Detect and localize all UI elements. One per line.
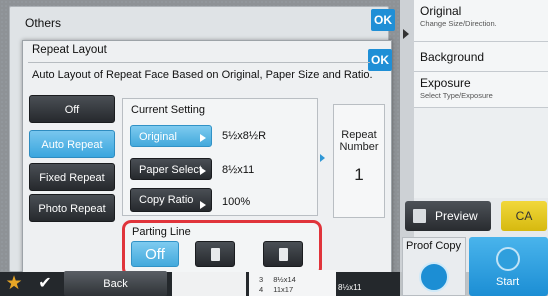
dialog-ok-button[interactable]: OK (368, 49, 392, 71)
start-label: Start (496, 276, 520, 288)
document-icon (279, 248, 288, 261)
repeat-number-label-line1: Repeat (341, 129, 377, 141)
start-icon (496, 247, 520, 271)
copy-ratio-button-label: Copy Ratio (139, 194, 194, 206)
paper-select-button-label: Paper Select (139, 164, 202, 176)
arrow-right-icon (200, 201, 206, 209)
mode-auto-repeat-button[interactable]: Auto Repeat (29, 130, 115, 158)
tray-number: 3 (259, 275, 264, 284)
paper-select-button[interactable]: Paper Select (130, 158, 212, 180)
parting-line-option-3-button[interactable] (263, 241, 303, 267)
original-setting-subtitle: Change Size/Direction. (420, 19, 497, 28)
parting-line-off-button[interactable]: Off (131, 241, 179, 267)
original-setting-button[interactable]: Original Change Size/Direction. (414, 0, 548, 42)
selected-paper-size: 8½x11 (338, 283, 362, 292)
tray-number: 4 (259, 285, 264, 294)
paper-tray-list: 3 8½x14 4 11x17 (249, 270, 336, 296)
pointer-arrow-icon (320, 154, 325, 162)
paper-tray-row: 4 11x17 (259, 285, 293, 294)
tray-paper-size: 8½x14 (273, 275, 296, 284)
arrow-right-icon (200, 167, 206, 175)
copy-ratio-button[interactable]: Copy Ratio (130, 188, 212, 212)
current-setting-title: Current Setting (131, 104, 205, 116)
paper-select-value: 8½x11 (222, 164, 255, 176)
original-value: 5½x8½R (222, 130, 267, 142)
right-panel-empty-slots (414, 108, 548, 198)
original-button-label: Original (139, 131, 177, 143)
exposure-subtitle: Select Type/Exposure (420, 91, 493, 100)
favorites-star-icon[interactable]: ★ (2, 272, 26, 296)
preview-button[interactable]: Preview (405, 201, 491, 231)
exposure-button[interactable]: Exposure Select Type/Exposure (414, 72, 548, 108)
repeat-number-box: Repeat Number 1 (333, 104, 385, 218)
dialog-title: Repeat Layout (32, 44, 107, 56)
original-button[interactable]: Original (130, 125, 212, 147)
tray-status-area (172, 272, 246, 296)
repeat-number-value: 1 (354, 165, 364, 184)
proof-copy-icon (419, 262, 449, 292)
document-icon (211, 248, 220, 261)
original-setting-title: Original (420, 4, 462, 18)
others-title: Others (25, 16, 62, 30)
proof-copy-label: Proof Copy (406, 240, 462, 252)
expand-arrow-icon (403, 29, 409, 39)
background-adjustment-button[interactable]: Background Adjustment (414, 42, 548, 86)
arrow-right-icon (200, 134, 206, 142)
parting-line-title: Parting Line (132, 226, 191, 238)
paper-tray-row: 3 8½x14 (259, 275, 296, 284)
repeat-number-label-line2: Number (339, 141, 379, 153)
back-button[interactable]: Back (64, 271, 167, 296)
copy-ratio-value: 100% (222, 196, 251, 208)
mode-off-button[interactable]: Off (29, 95, 115, 123)
panel-handle[interactable] (400, 0, 414, 272)
mode-fixed-repeat-button[interactable]: Fixed Repeat (29, 163, 115, 191)
checkmark-icon[interactable]: ✔ (33, 272, 57, 296)
exposure-title: Exposure (420, 76, 471, 90)
preview-icon (413, 209, 426, 223)
clear-all-button[interactable]: CA (501, 201, 547, 231)
mode-photo-repeat-button[interactable]: Photo Repeat (29, 194, 115, 222)
dialog-divider (28, 62, 370, 63)
parting-line-option-2-button[interactable] (195, 241, 235, 267)
tray-paper-size: 11x17 (273, 285, 294, 294)
dialog-description: Auto Layout of Repeat Face Based on Orig… (32, 69, 373, 81)
others-ok-button[interactable]: OK (371, 9, 395, 31)
preview-label: Preview (435, 209, 478, 223)
